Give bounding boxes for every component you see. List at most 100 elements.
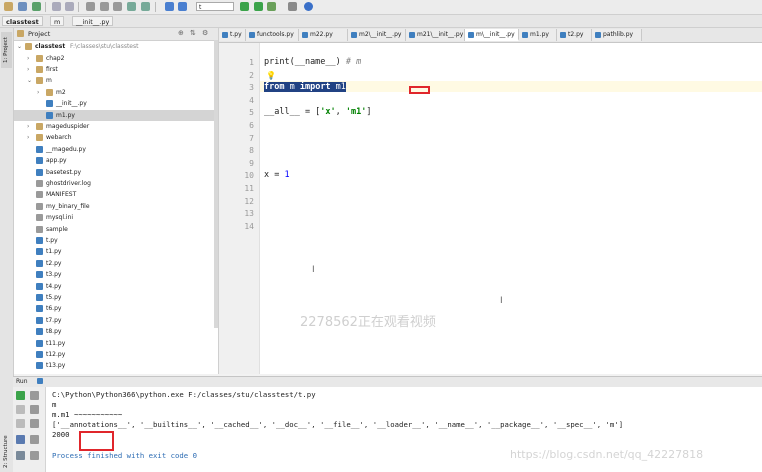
tree-item[interactable]: › mageduspider	[14, 121, 218, 132]
tree-item[interactable]: t.py	[14, 235, 218, 246]
toolbar-divider	[155, 2, 156, 12]
tree-item[interactable]: t8.py	[14, 326, 218, 337]
gear-icon[interactable]: ⚙	[202, 29, 208, 37]
line-number: 7	[249, 133, 254, 143]
tree-item[interactable]: › m2	[14, 87, 218, 98]
python-file-icon	[36, 316, 43, 324]
editor-tab[interactable]: pathlib.py	[592, 29, 642, 41]
bracket: ]	[366, 107, 372, 117]
tree-item[interactable]: t13.py	[14, 360, 218, 371]
replace-icon[interactable]	[141, 2, 150, 11]
pause-icon[interactable]	[16, 419, 25, 428]
cut-icon[interactable]	[86, 2, 95, 11]
tree-item[interactable]: __magedu.py	[14, 144, 218, 155]
tree-item[interactable]: t4.py	[14, 281, 218, 292]
sync-icon[interactable]	[32, 2, 41, 11]
trash-icon[interactable]	[30, 451, 39, 460]
chevron-down-icon[interactable]: ⌄	[17, 41, 22, 52]
tree-item[interactable]: › first	[14, 64, 218, 75]
python-file-icon	[46, 111, 53, 119]
chevron-right-icon[interactable]: ›	[37, 87, 39, 98]
chevron-right-icon[interactable]: ›	[27, 64, 29, 75]
tree-item[interactable]: › webarch	[14, 132, 218, 143]
project-tool-tab[interactable]: 1: Project	[1, 32, 12, 68]
project-view-select[interactable]: Project	[28, 30, 50, 38]
line-number: 1	[249, 58, 254, 67]
tree-item[interactable]: t3.py	[14, 269, 218, 280]
line-number: 5	[249, 108, 254, 118]
tree-item[interactable]: t11.py	[14, 338, 218, 349]
tree-item[interactable]: my_binary_file	[14, 201, 218, 212]
tree-item-label: t6.py	[46, 305, 62, 313]
coverage-icon[interactable]	[267, 2, 276, 11]
forward-icon[interactable]	[178, 2, 187, 11]
chevron-right-icon[interactable]: ›	[27, 121, 29, 132]
tree-item[interactable]: t7.py	[14, 315, 218, 326]
line-number: 11	[244, 184, 254, 193]
tree-item[interactable]: t12.py	[14, 349, 218, 360]
editor-tab[interactable]: t2.py	[557, 29, 592, 41]
back-icon[interactable]	[165, 2, 174, 11]
project-scrollbar[interactable]	[214, 40, 218, 328]
breadcrumb-root[interactable]: classtest	[2, 16, 43, 26]
run-configuration-select[interactable]: t	[196, 2, 234, 11]
breadcrumb-file[interactable]: __init__.py	[72, 16, 114, 26]
chevron-right-icon[interactable]: ›	[27, 132, 29, 143]
editor-tab[interactable]: m\__init__.py	[465, 29, 519, 41]
folder-icon	[36, 54, 43, 62]
locate-icon[interactable]: ⊕	[178, 29, 184, 37]
down-arrow-icon[interactable]	[30, 405, 39, 414]
string-m1: 'm1'	[345, 107, 367, 117]
run-panel-title[interactable]: Run	[16, 378, 28, 385]
pin-icon[interactable]	[16, 451, 25, 460]
breadcrumb-folder[interactable]: m	[50, 16, 65, 26]
wrap-icon[interactable]	[30, 419, 39, 428]
tree-item[interactable]: t6.py	[14, 303, 218, 314]
stop-icon[interactable]	[16, 405, 25, 414]
help-icon[interactable]	[304, 2, 313, 11]
tree-item[interactable]: MANIFEST	[14, 189, 218, 200]
redo-icon[interactable]	[65, 2, 74, 11]
lightbulb-icon[interactable]: 💡	[266, 71, 276, 80]
editor-tab[interactable]: m21\__init__.py	[406, 29, 465, 41]
layout-icon[interactable]	[16, 435, 25, 444]
tree-item[interactable]: t5.py	[14, 292, 218, 303]
editor-tab[interactable]: m1.py	[519, 29, 557, 41]
python-file-icon	[36, 350, 43, 358]
tree-item[interactable]: ghostdriver.log	[14, 178, 218, 189]
tree-root[interactable]: ⌄ classtest F:\classes\stu\classtest	[14, 41, 218, 52]
tree-item[interactable]: app.py	[14, 155, 218, 166]
copy-icon[interactable]	[100, 2, 109, 11]
tree-item[interactable]: ⌄ m	[14, 75, 218, 86]
tree-item[interactable]: m1.py	[14, 109, 218, 121]
tree-item[interactable]: mysql.ini	[14, 212, 218, 223]
python-file-icon	[36, 328, 43, 336]
viewer-watermark: 2278562正在观看视频	[300, 315, 436, 330]
debug-icon[interactable]	[254, 2, 263, 11]
tree-item[interactable]: t1.py	[14, 246, 218, 257]
tree-item[interactable]: basetest.py	[14, 167, 218, 178]
tree-item[interactable]: › chap2	[14, 53, 218, 64]
run-icon[interactable]	[240, 2, 249, 11]
tree-item[interactable]: __init__.py	[14, 98, 218, 109]
collapse-icon[interactable]: ⇅	[190, 29, 196, 37]
chevron-down-icon[interactable]: ⌄	[27, 75, 32, 86]
print-icon[interactable]	[30, 435, 39, 444]
editor-tab[interactable]: functools.py	[246, 29, 299, 41]
number-literal: 1	[284, 170, 290, 180]
editor-tab[interactable]: t.py	[219, 29, 246, 41]
settings-icon[interactable]	[288, 2, 297, 11]
paste-icon[interactable]	[113, 2, 122, 11]
save-icon[interactable]	[18, 2, 27, 11]
rerun-icon[interactable]	[16, 391, 25, 400]
up-arrow-icon[interactable]	[30, 391, 39, 400]
structure-tool-tab[interactable]: 2: Structure	[1, 432, 12, 472]
editor-tab[interactable]: m2\__init__.py	[348, 29, 406, 41]
undo-icon[interactable]	[52, 2, 61, 11]
editor-tab[interactable]: m22.py	[299, 29, 348, 41]
chevron-right-icon[interactable]: ›	[27, 53, 29, 64]
find-icon[interactable]	[127, 2, 136, 11]
tree-item[interactable]: sample	[14, 224, 218, 235]
tree-item[interactable]: t2.py	[14, 258, 218, 269]
open-folder-icon[interactable]	[4, 2, 13, 11]
